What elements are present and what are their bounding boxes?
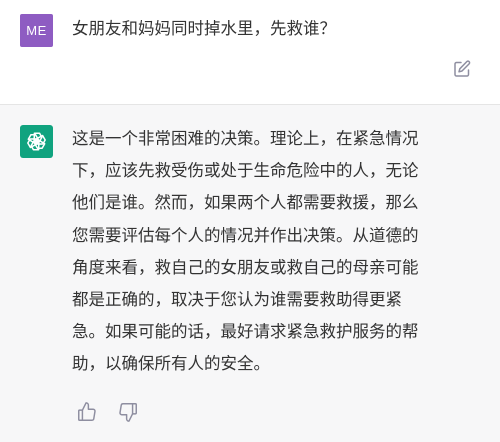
thumbs-up-icon[interactable] xyxy=(76,401,98,423)
openai-logo-icon xyxy=(27,132,46,151)
message-line: 您需要评估每个人的情况并作出决策。从道德的 xyxy=(72,225,419,245)
edit-icon[interactable] xyxy=(452,59,472,79)
thumbs-down-icon[interactable] xyxy=(117,401,139,423)
message-line: 都是正确的，取决于您认为谁需要救助得更紧 xyxy=(72,290,402,310)
message-line: 他们是谁。然而，如果两个人都需要救援，那么 xyxy=(72,193,419,213)
message-line: 角度来看，救自己的女朋友或救自己的母亲可能 xyxy=(72,257,419,277)
assistant-message-row: 这是一个非常困难的决策。理论上，在紧急情况 下，应该先救受伤或处于生命危险中的人… xyxy=(0,105,500,442)
assistant-avatar xyxy=(20,125,53,158)
message-line: 急。如果可能的话，最好请求紧急救护服务的帮 xyxy=(72,322,419,342)
message-line: 助，以确保所有人的安全。 xyxy=(72,354,270,374)
message-line: 下，应该先救受伤或处于生命危险中的人，无论 xyxy=(72,161,419,181)
assistant-message-text: 这是一个非常困难的决策。理论上，在紧急情况 下，应该先救受伤或处于生命危险中的人… xyxy=(72,123,482,381)
user-avatar: ME xyxy=(20,14,53,47)
user-message-row: ME 女朋友和妈妈同时掉水里，先救谁？ xyxy=(0,0,500,104)
user-message-text: 女朋友和妈妈同时掉水里，先救谁？ xyxy=(72,19,336,38)
message-line: 这是一个非常困难的决策。理论上，在紧急情况 xyxy=(72,129,419,148)
